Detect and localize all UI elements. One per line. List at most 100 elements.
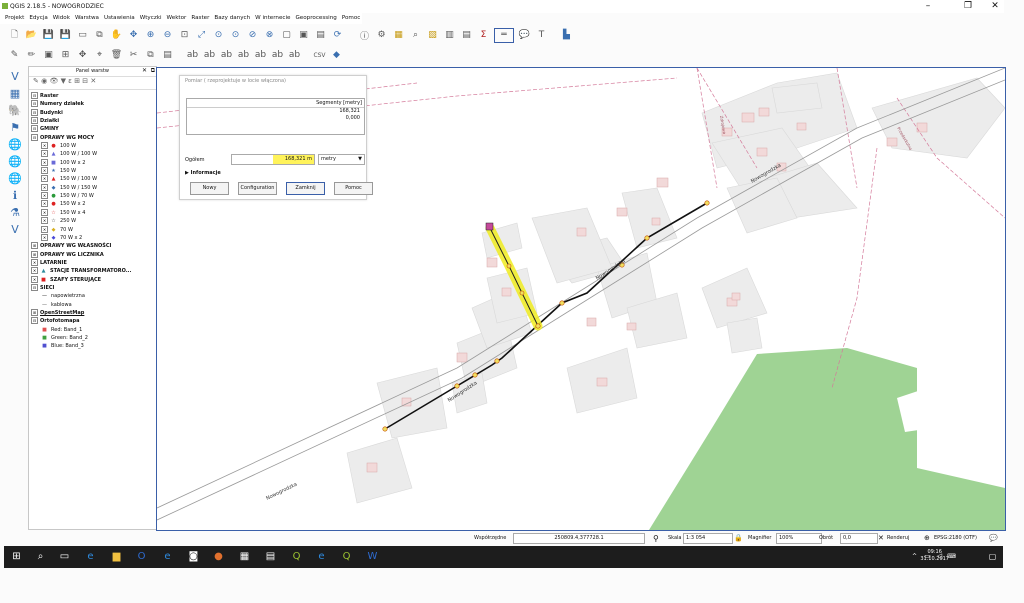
- panel-close-icon[interactable]: ✕: [142, 67, 147, 74]
- menu-edycja[interactable]: Edycja: [29, 13, 47, 24]
- zoom-last-icon[interactable]: ⊘: [246, 29, 259, 42]
- layer-checkbox[interactable]: ⊟: [31, 125, 38, 133]
- clock[interactable]: 09:16 31.10.2017: [920, 549, 949, 563]
- add-delimited-text-icon[interactable]: ℹ: [4, 189, 26, 206]
- open-styling-icon[interactable]: ✎: [33, 77, 41, 85]
- zoom-in-icon[interactable]: ⊕: [144, 29, 157, 42]
- layer-checkbox[interactable]: ✕: [41, 158, 48, 166]
- layer-row[interactable]: ✕ ◆ 150 W / 150 W: [29, 183, 156, 192]
- tray-chevron-icon[interactable]: ^: [908, 550, 921, 563]
- highlight-labels-icon[interactable]: ab: [220, 49, 233, 62]
- notepad-icon[interactable]: ▤: [264, 550, 277, 563]
- pan-map-icon[interactable]: ✋: [110, 29, 123, 42]
- layer-row[interactable]: ✕ ▲ 150 W / 100 W: [29, 175, 156, 183]
- new-project-icon[interactable]: 🗋: [8, 29, 21, 42]
- help-button[interactable]: Pomoc: [334, 182, 373, 195]
- menu-projekt[interactable]: Projekt: [5, 13, 24, 24]
- remove-layer-icon[interactable]: ✕: [90, 77, 96, 85]
- zoom-to-selection-icon[interactable]: ⊙: [212, 29, 225, 42]
- layer-checkbox[interactable]: ✕: [41, 225, 48, 233]
- menu-warstwa[interactable]: Warstwa: [75, 13, 99, 24]
- cut-features-icon[interactable]: ✂: [127, 49, 140, 62]
- python-console-icon[interactable]: ▙: [560, 29, 573, 42]
- layer-row[interactable]: ⊞ OpenStreetMap: [29, 308, 156, 317]
- layer-row[interactable]: ⊟ Budynki: [29, 108, 156, 117]
- edge-icon[interactable]: e: [84, 550, 97, 563]
- deselect-icon[interactable]: ▧: [426, 29, 439, 42]
- layer-checkbox[interactable]: ⊞: [31, 308, 38, 316]
- coord-field[interactable]: 250809.4,377728.1: [513, 533, 645, 544]
- toggle-editing-icon[interactable]: ✏: [25, 49, 38, 62]
- move-feature-icon[interactable]: ✥: [76, 49, 89, 62]
- layer-row[interactable]: ✕ LATARNIE: [29, 258, 156, 267]
- field-calculator-icon[interactable]: ▤: [460, 29, 473, 42]
- zoom-full-icon[interactable]: ⤢: [195, 29, 208, 42]
- minimize-button[interactable]: –: [920, 0, 936, 13]
- layer-checkbox[interactable]: ⊞: [31, 242, 38, 250]
- menu-geoprocessing[interactable]: Geoprocessing: [295, 13, 336, 24]
- internet-explorer-icon[interactable]: e: [161, 550, 174, 563]
- layer-row[interactable]: ■ Blue: Band_3: [29, 342, 156, 350]
- change-label-icon[interactable]: ab: [288, 49, 301, 62]
- label-tool-icon[interactable]: ab: [186, 49, 199, 62]
- statistics-icon[interactable]: Σ: [477, 29, 490, 42]
- layer-row[interactable]: ⊟ OPRAWY WG MOCY: [29, 133, 156, 142]
- notifications-icon[interactable]: ▢: [986, 550, 999, 563]
- layer-checkbox[interactable]: ⊟: [31, 100, 38, 108]
- add-spatialite-layer-icon[interactable]: ⚑: [4, 121, 26, 138]
- layer-row[interactable]: ✕ ◆ 70 W x 2: [29, 233, 156, 242]
- refresh-icon[interactable]: ⟳: [331, 29, 344, 42]
- menu-bazy-danych[interactable]: Bazy danych: [214, 13, 250, 24]
- menu-widok[interactable]: Widok: [53, 13, 70, 24]
- new-button[interactable]: Nowy: [190, 182, 229, 195]
- add-postgis-layer-icon[interactable]: 🐘: [4, 104, 26, 121]
- add-wcs-layer-icon[interactable]: 🌐: [4, 155, 26, 172]
- layer-row[interactable]: — kablowa: [29, 301, 156, 309]
- show-bookmarks-icon[interactable]: ▤: [314, 29, 327, 42]
- configuration-button[interactable]: Configuration: [238, 182, 277, 195]
- info-expander[interactable]: ▶ Informacje: [185, 170, 221, 176]
- layer-checkbox[interactable]: ⊟: [31, 117, 38, 125]
- layer-checkbox[interactable]: ⊟: [31, 133, 38, 141]
- layer-row[interactable]: ✕ ☆ 250 W: [29, 217, 156, 225]
- rotation-field[interactable]: 0,0: [840, 533, 878, 544]
- camera-icon[interactable]: ◙: [187, 550, 200, 563]
- zoom-to-layer-icon[interactable]: ⊙: [229, 29, 242, 42]
- bookmark-icon[interactable]: ▣: [297, 29, 310, 42]
- layer-checkbox[interactable]: ✕: [41, 142, 48, 150]
- node-tool-icon[interactable]: ⌖: [93, 49, 106, 62]
- firefox-icon[interactable]: ●: [212, 550, 225, 563]
- csv-icon[interactable]: CSV: [313, 49, 326, 62]
- maximize-button[interactable]: ❐: [960, 0, 976, 13]
- text-annotation-icon[interactable]: T: [535, 29, 548, 42]
- scale-field[interactable]: 1:3 054: [683, 533, 733, 544]
- outlook-icon[interactable]: O: [135, 550, 148, 563]
- layer-checkbox[interactable]: ✕: [41, 217, 48, 225]
- new-temporary-layer-icon[interactable]: V: [4, 223, 26, 240]
- layer-row[interactable]: ⊞ OPRAWY WG LICZNIKA: [29, 250, 156, 259]
- save-as-icon[interactable]: 💾: [59, 29, 72, 42]
- globe-icon[interactable]: ⊕: [924, 532, 930, 545]
- add-wfs-layer-icon[interactable]: 🌐: [4, 172, 26, 189]
- layer-row[interactable]: ✕ ☆ 150 W x 4: [29, 208, 156, 217]
- file-explorer-icon[interactable]: ▆: [110, 550, 123, 563]
- layer-row[interactable]: ✕ ● 150 W / 70 W: [29, 192, 156, 200]
- open-project-icon[interactable]: 📂: [25, 29, 38, 42]
- menu-wtyczki[interactable]: Wtyczki: [140, 13, 162, 24]
- panel-float-icon[interactable]: ⧉: [151, 67, 155, 75]
- new-shapefile-icon[interactable]: ⚗: [4, 206, 26, 223]
- layer-checkbox[interactable]: ✕: [41, 192, 48, 200]
- qgis-taskbar-icon[interactable]: Q: [290, 550, 303, 563]
- layer-row[interactable]: ✕ ▲ STACJE TRANSFORMATORO...: [29, 267, 156, 275]
- layer-row[interactable]: — napowietrzna: [29, 292, 156, 300]
- layer-checkbox[interactable]: ✕: [41, 183, 48, 191]
- delete-selected-icon[interactable]: 🗑: [110, 49, 123, 62]
- layer-row[interactable]: ✕ ■ 100 W x 2: [29, 158, 156, 167]
- close-button[interactable]: ✕: [987, 0, 1003, 13]
- layer-row[interactable]: ⊟ Numery działek: [29, 100, 156, 108]
- layer-row[interactable]: ■ Red: Band_1: [29, 326, 156, 334]
- layer-checkbox[interactable]: ✕: [41, 175, 48, 183]
- menu-w-internecie[interactable]: W internecie: [255, 13, 290, 24]
- segments-list[interactable]: Segmenty [metry] 168,321 0,000: [186, 98, 365, 135]
- add-feature-icon[interactable]: ⊞: [59, 49, 72, 62]
